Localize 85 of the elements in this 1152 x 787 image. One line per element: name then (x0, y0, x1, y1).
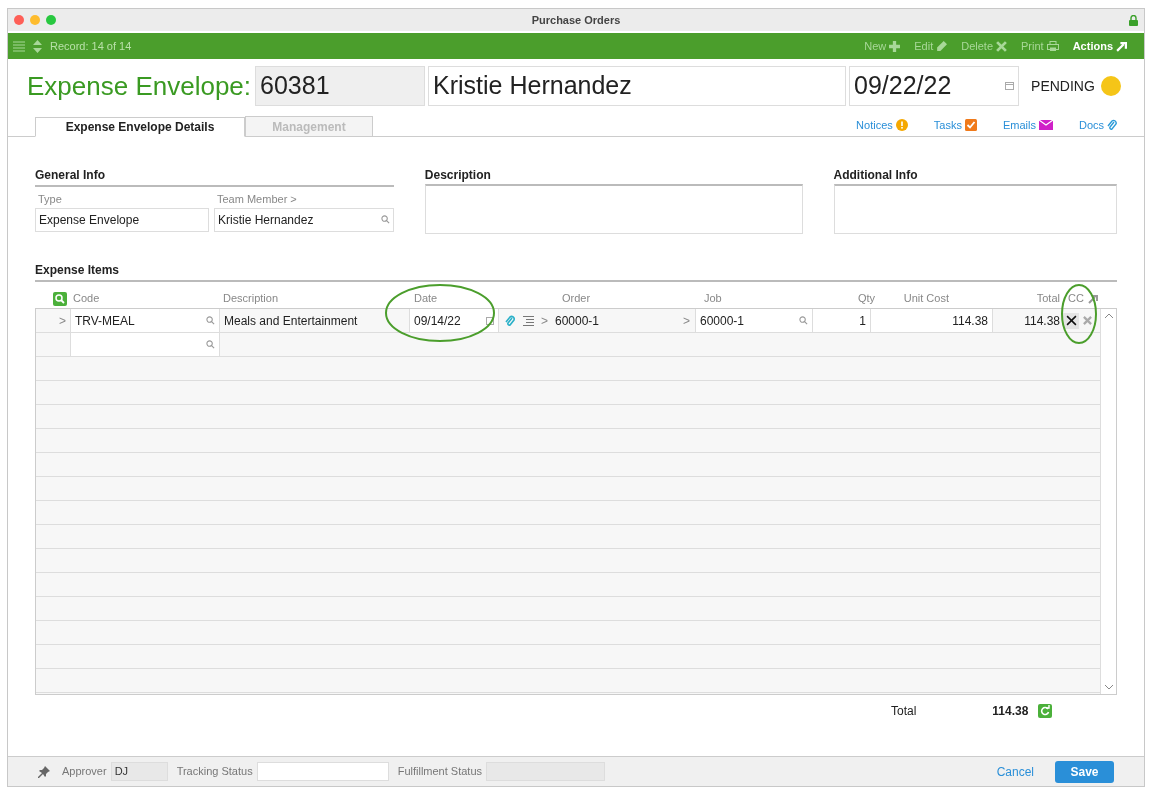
code-field[interactable]: TRV-MEAL (70, 309, 220, 332)
link[interactable]: Tasks (933, 116, 977, 133)
date-field[interactable]: 09/14/22 (409, 309, 499, 332)
job-field[interactable]: 60000-1 (695, 309, 813, 332)
column-header: Qty (856, 290, 876, 306)
section-title: Description (424, 167, 492, 184)
pin-icon[interactable] (38, 765, 50, 778)
table-cell-text: Meals and Entertainment (223, 312, 359, 330)
minimize-icon[interactable] (30, 15, 40, 25)
toolbar-button[interactable]: Actions (1072, 37, 1127, 55)
qty-field[interactable]: 1 (813, 309, 871, 332)
close-icon[interactable] (14, 15, 24, 25)
total-label: Total (891, 703, 917, 720)
column-header: Description (222, 290, 280, 306)
calendar-icon[interactable] (486, 316, 494, 325)
close-icon (996, 40, 1008, 52)
record-title: Expense Envelope: (27, 69, 252, 103)
tracking-status-field[interactable] (256, 762, 389, 781)
list-icon[interactable] (523, 315, 534, 326)
x-mark-icon (1065, 315, 1077, 326)
refresh-icon[interactable] (1038, 704, 1053, 718)
cancel-button[interactable]: Cancel (996, 762, 1034, 781)
up-down-arrows-icon[interactable] (33, 39, 42, 53)
name-field[interactable]: Kristie Hernandez (428, 66, 847, 106)
field-label: Tracking Status (176, 764, 253, 780)
checkbox[interactable] (1063, 312, 1079, 329)
team-member-field[interactable]: Kristie Hernandez (214, 207, 394, 232)
arrow-icon[interactable] (1088, 294, 1098, 304)
table-cell-text: 114.38 (1023, 312, 1060, 330)
unit-cost-field[interactable]: 114.38 (871, 309, 993, 332)
alert-icon (895, 118, 908, 131)
section-title: General Info (35, 166, 394, 187)
column-header: Unit Cost (902, 290, 950, 306)
zoom-icon[interactable] (46, 15, 56, 25)
envelope-icon (1038, 119, 1053, 130)
menu-icon[interactable] (13, 40, 25, 52)
scrollbar[interactable] (1100, 309, 1116, 694)
arrow-icon (1116, 40, 1127, 52)
column-header: Order (561, 290, 592, 306)
total-value: 114.38 (992, 703, 1029, 720)
checkbox-icon (964, 118, 977, 131)
column-header: Total (1035, 290, 1061, 306)
code-field[interactable] (70, 333, 220, 356)
save-button[interactable]: Save (1055, 760, 1114, 783)
search-icon[interactable] (799, 316, 808, 325)
search-icon[interactable] (53, 292, 67, 306)
tab[interactable]: Expense Envelope Details (35, 117, 245, 137)
link[interactable]: Notices (856, 116, 908, 133)
additional-info-field[interactable] (833, 184, 1117, 234)
paperclip-icon[interactable] (505, 314, 515, 327)
field-label: Fulfillment Status (397, 764, 483, 780)
link[interactable]: Docs (1078, 116, 1117, 133)
plus-icon (889, 40, 901, 52)
search-icon[interactable] (206, 340, 215, 349)
status-label: PENDING (1031, 76, 1095, 96)
record-counter: Record: 14 of 14 (50, 38, 132, 54)
calendar-icon[interactable] (1005, 82, 1015, 90)
search-icon[interactable] (206, 316, 215, 325)
column-header: Date (413, 290, 439, 306)
search-icon[interactable] (380, 215, 390, 224)
description-field[interactable] (424, 184, 803, 234)
field-label: Approver (62, 764, 107, 780)
row-marker[interactable]: > (541, 311, 555, 330)
printer-icon (1046, 40, 1059, 52)
field-label: Type (37, 192, 63, 207)
pencil-icon (936, 40, 948, 52)
row-marker[interactable]: > (683, 311, 695, 330)
paperclip-icon (1107, 118, 1117, 131)
row-marker[interactable]: > (36, 311, 70, 330)
link[interactable]: Emails (1002, 116, 1053, 133)
number-field[interactable]: 60381 (255, 66, 426, 106)
delete-icon[interactable] (1083, 316, 1092, 325)
section-title: Additional Info (833, 167, 919, 184)
lock-icon (1129, 14, 1138, 26)
table-cell-text: 60000-1 (555, 312, 601, 330)
section-title: Expense Items (35, 261, 1117, 282)
column-header: Job (703, 290, 723, 306)
field-label: Team Member > (216, 192, 298, 207)
window-title: Purchase Orders (531, 12, 621, 28)
date-field[interactable]: 09/22/22 (849, 66, 1020, 106)
column-header: Code (72, 290, 101, 306)
type-field[interactable]: Expense Envelope (35, 207, 209, 232)
approver-field[interactable]: DJ (110, 762, 168, 781)
highlight-ellipse (1060, 283, 1098, 345)
column-header: CC (1068, 290, 1085, 306)
